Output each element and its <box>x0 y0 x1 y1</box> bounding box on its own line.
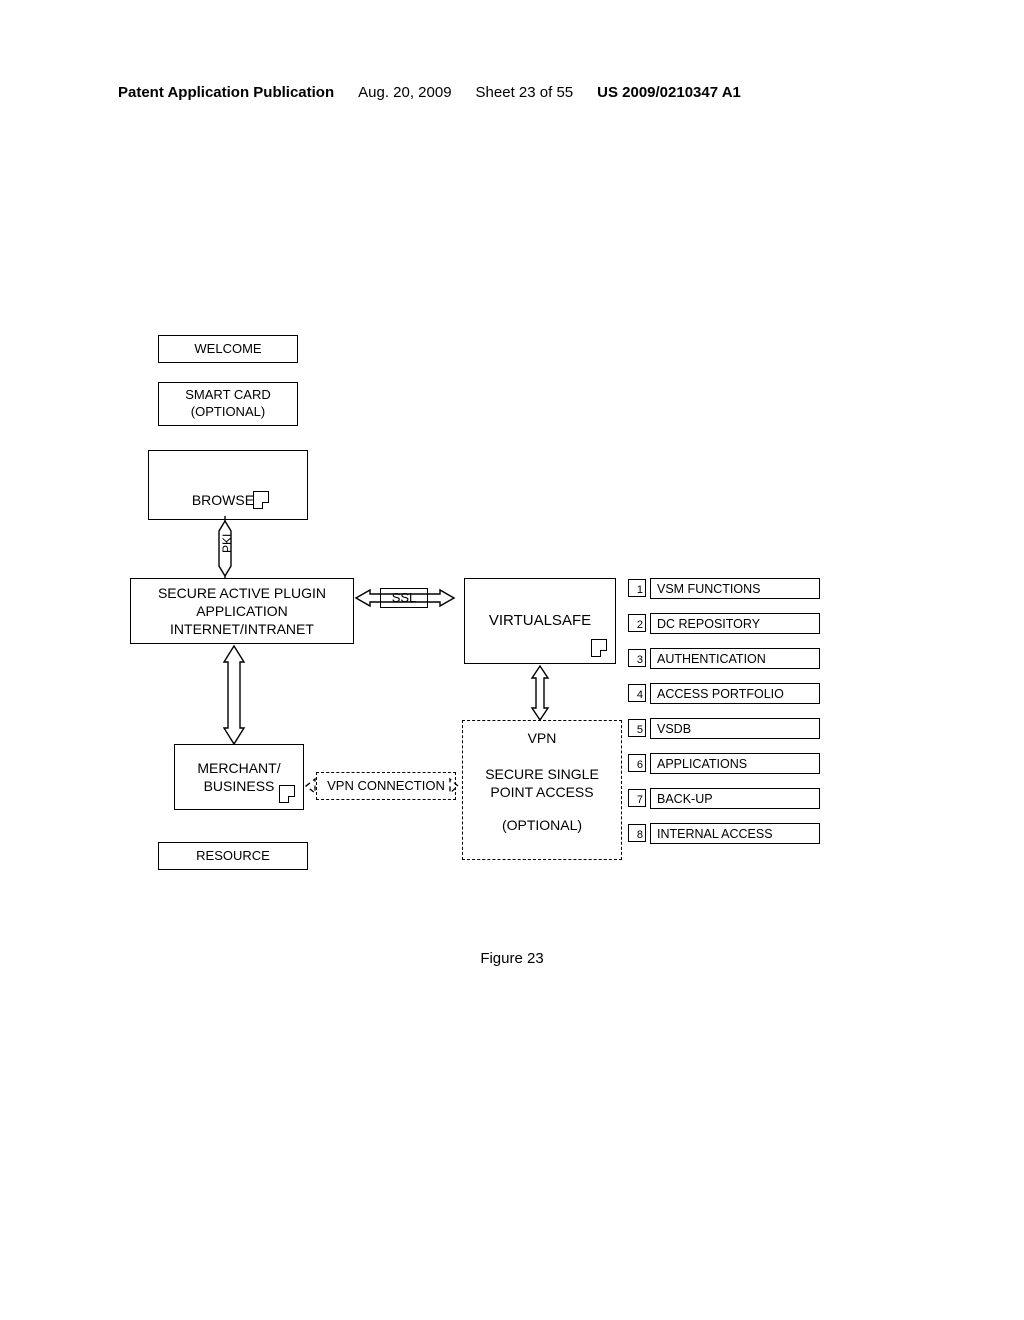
vpn-label: VPN <box>469 729 615 747</box>
box-label: VIRTUALSAFE <box>489 611 591 631</box>
sspa-optional: (OPTIONAL) <box>469 816 615 834</box>
sspa-label: SECURE SINGLEPOINT ACCESS <box>469 765 615 801</box>
box-merchant: MERCHANT/BUSINESS <box>174 744 304 810</box>
page-icon <box>253 491 269 509</box>
box-browser: BROWSER <box>148 450 308 520</box>
list-item: ACCESS PORTFOLIO <box>650 683 820 704</box>
list-item: VSDB <box>650 718 820 739</box>
list-item: INTERNAL ACCESS <box>650 823 820 844</box>
page-header: Patent Application Publication Aug. 20, … <box>118 84 906 101</box>
box-vpn-cloud: VPN SECURE SINGLEPOINT ACCESS (OPTIONAL) <box>462 720 622 860</box>
sheet-number: Sheet 23 of 55 <box>476 84 574 101</box>
box-label: SSL <box>392 590 417 607</box>
box-resource: RESOURCE <box>158 842 308 870</box>
list-num: 6 <box>628 754 646 772</box>
list-num: 4 <box>628 684 646 702</box>
list-item: APPLICATIONS <box>650 753 820 774</box>
list-num: 1 <box>628 579 646 597</box>
box-virtualsafe: VIRTUALSAFE <box>464 578 616 664</box>
publication-number: US 2009/0210347 A1 <box>597 84 741 101</box>
list-num: 8 <box>628 824 646 842</box>
box-label: SMART CARD(OPTIONAL) <box>185 387 270 421</box>
list-num: 5 <box>628 719 646 737</box>
box-plugin: SECURE ACTIVE PLUGINAPPLICATIONINTERNET/… <box>130 578 354 644</box>
box-label: RESOURCE <box>196 848 270 865</box>
box-label: MERCHANT/BUSINESS <box>197 759 280 795</box>
pki-label: PKI <box>220 534 234 553</box>
publication-date: Aug. 20, 2009 <box>358 84 451 101</box>
page-icon <box>279 785 295 803</box>
list-item: DC REPOSITORY <box>650 613 820 634</box>
list-num: 7 <box>628 789 646 807</box>
list-num: 3 <box>628 649 646 667</box>
list-item: AUTHENTICATION <box>650 648 820 669</box>
publication-type: Patent Application Publication <box>118 84 334 101</box>
figure-caption: Figure 23 <box>0 950 1024 967</box>
list-item: BACK-UP <box>650 788 820 809</box>
list-num: 2 <box>628 614 646 632</box>
box-vpn-connection: VPN CONNECTION <box>316 772 456 800</box>
box-ssl: SSL <box>380 588 428 608</box>
page-icon <box>591 639 607 657</box>
box-label: SECURE ACTIVE PLUGINAPPLICATIONINTERNET/… <box>158 584 326 639</box>
box-smartcard: SMART CARD(OPTIONAL) <box>158 382 298 426</box>
box-label: WELCOME <box>194 341 261 358</box>
list-item: VSM FUNCTIONS <box>650 578 820 599</box>
box-label: VPN CONNECTION <box>327 778 445 795</box>
figure-stage: WELCOME SMART CARD(OPTIONAL) BROWSER SEC… <box>118 320 906 960</box>
box-welcome: WELCOME <box>158 335 298 363</box>
